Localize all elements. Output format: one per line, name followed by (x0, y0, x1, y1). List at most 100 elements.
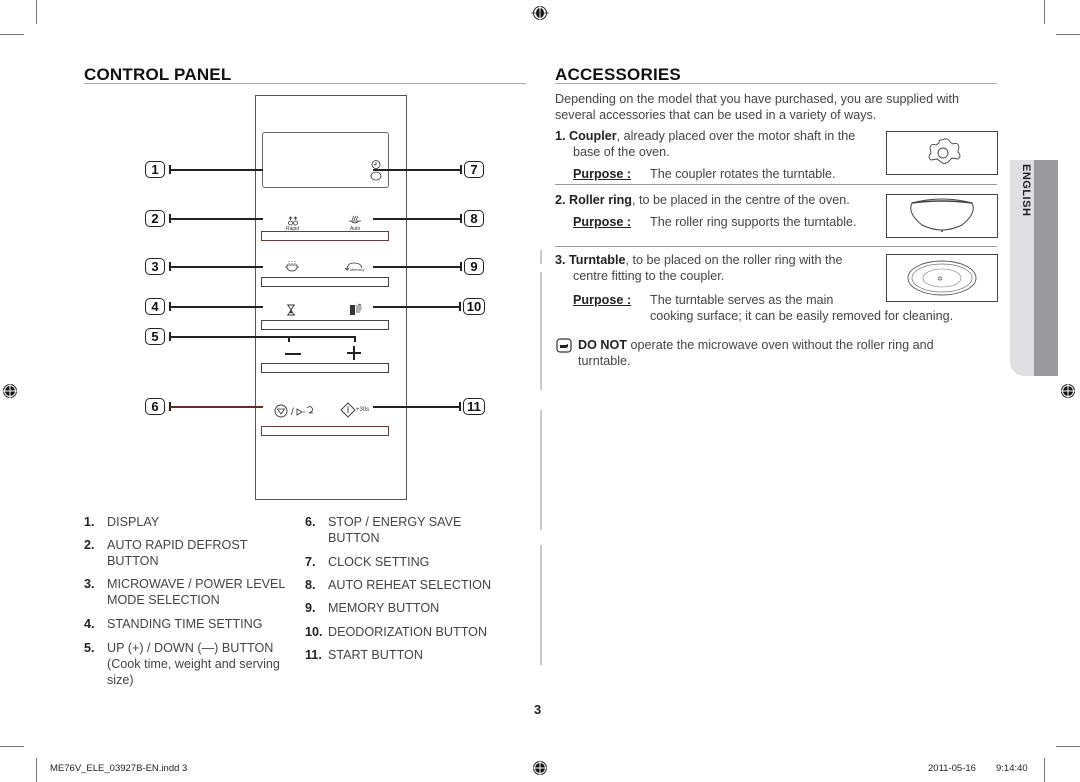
deodorization-icon[interactable] (349, 303, 363, 316)
turntable-purpose: Purpose : (573, 293, 632, 307)
legend-item-7: 7. CLOCK SETTING (305, 555, 430, 569)
legend-item-10: 10. DEODORIZATION BUTTON (305, 625, 488, 639)
roller-ring-purpose: Purpose : (573, 215, 632, 229)
language-tab-edge (1034, 160, 1058, 376)
legend-item-9: 9. MEMORY BUTTON (305, 601, 440, 615)
title-rule (84, 83, 526, 84)
callout-3: 3 (145, 258, 165, 275)
down-minus-icon[interactable] (283, 345, 303, 361)
legend-item-3: 3. MICROWAVE / POWER LEVEL MODE SELECTION (84, 577, 286, 607)
leader-line (170, 218, 263, 220)
leader-tick (459, 302, 461, 311)
legend-item-8: 8. AUTO REHEAT SELECTION (305, 578, 492, 592)
intro-line-2: several accessories that can be used in … (555, 108, 877, 122)
leader-line (373, 406, 460, 408)
registration-mark-icon (531, 759, 549, 777)
leader-tick (459, 402, 461, 411)
crop-mark (1056, 34, 1080, 35)
leader-line (170, 336, 355, 338)
legend-item-2: 2. AUTO RAPID DEFROST BUTTON (84, 538, 248, 568)
accessory-coupler: 1. Coupler, already placed over the moto… (555, 129, 856, 143)
callout-10: 10 (463, 298, 485, 315)
turntable-purpose-text-1: The turntable serves as the main (650, 293, 834, 307)
svg-text:/: / (291, 407, 294, 418)
footer-time: 9:14:40 (996, 763, 1028, 774)
crop-mark (0, 746, 24, 747)
crop-mark (36, 758, 37, 782)
coupler-desc: base of the oven. (573, 145, 670, 159)
title-rule (555, 83, 997, 84)
button-bar (261, 426, 389, 436)
item-separator (555, 246, 997, 247)
roller-ring-icon (910, 198, 974, 233)
turntable-image: ✲ (886, 254, 998, 302)
coupler-purpose: Purpose : (573, 167, 632, 181)
turntable-icon: ✲ (907, 260, 977, 296)
rapid-label: Rapid (286, 226, 300, 232)
column-divider (540, 272, 542, 390)
button-bar (261, 231, 389, 241)
up-plus-icon[interactable] (345, 343, 363, 361)
svg-text:✲: ✲ (937, 275, 943, 283)
column-divider (540, 410, 542, 530)
clock-icon (370, 160, 382, 181)
leader-line (373, 218, 461, 220)
intro-line-1: Depending on the model that you have pur… (555, 92, 959, 106)
crop-mark (1056, 746, 1080, 747)
legend-item-11: 11. START BUTTON (305, 648, 423, 662)
stop-energy-save-icon[interactable]: / (274, 403, 316, 419)
rapid-defrost-icon[interactable] (287, 216, 299, 226)
crop-mark (36, 0, 37, 24)
leader-line (373, 306, 461, 308)
coupler-image (886, 131, 998, 175)
callout-4: 4 (145, 298, 165, 315)
page-number: 3 (534, 702, 542, 717)
control-panel-title: CONTROL PANEL (84, 65, 232, 84)
note-text-line2: turntable. (578, 354, 631, 368)
callout-5: 5 (145, 328, 165, 345)
coupler-purpose-text: The coupler rotates the turntable. (650, 167, 836, 181)
callout-9: 9 (464, 258, 484, 275)
footer-date: 2011-05-16 (928, 763, 976, 774)
legend-item-4: 4. STANDING TIME SETTING (84, 617, 263, 631)
legend-item-1: 1. DISPLAY (84, 515, 160, 529)
standing-time-icon[interactable] (286, 304, 296, 316)
accessories-title: ACCESSORIES (555, 65, 681, 84)
callout-1: 1 (145, 161, 165, 178)
leader-line (170, 306, 263, 308)
callout-11: 11 (463, 398, 485, 415)
plus-30s-label: +30s (356, 407, 370, 413)
note-hand-icon (556, 338, 572, 353)
item-separator (555, 184, 997, 185)
leader-line (170, 169, 263, 171)
leader-tick (460, 262, 462, 271)
leader-line (373, 169, 461, 171)
leader-line (170, 266, 263, 268)
legend-item-5: 5. UP (+) / DOWN (—) BUTTON (Cook time, we… (84, 641, 280, 687)
crop-mark (0, 34, 24, 35)
leader-line (373, 266, 461, 268)
auto-label: Auto (350, 226, 361, 232)
leader-tick (460, 214, 462, 223)
note-text: DO NOT operate the microwave oven withou… (578, 338, 934, 352)
callout-8: 8 (464, 210, 484, 227)
legend-item-6: 6. STOP / ENERGY SAVE BUTTON (305, 515, 462, 545)
auto-reheat-icon[interactable] (348, 215, 362, 225)
crop-mark (1044, 758, 1045, 782)
column-divider (540, 250, 542, 264)
accessory-turntable: 3. Turntable, to be placed on the roller… (555, 253, 843, 267)
accessory-roller-ring: 2. Roller ring, to be placed in the cent… (555, 193, 850, 207)
registration-mark-icon (531, 4, 549, 22)
turntable-desc: centre fitting to the coupler. (573, 269, 725, 283)
registration-mark-icon (1, 382, 19, 400)
crop-mark (1044, 0, 1045, 24)
column-divider (540, 545, 542, 665)
coupler-icon (928, 138, 961, 164)
roller-ring-image (886, 194, 998, 238)
memory-label: Memory (350, 267, 365, 272)
language-tab-label: ENGLISH (1020, 164, 1032, 217)
microwave-power-icon[interactable] (284, 260, 300, 272)
callout-2: 2 (145, 210, 165, 227)
leader-line (170, 406, 263, 408)
start-icon[interactable] (340, 402, 356, 418)
